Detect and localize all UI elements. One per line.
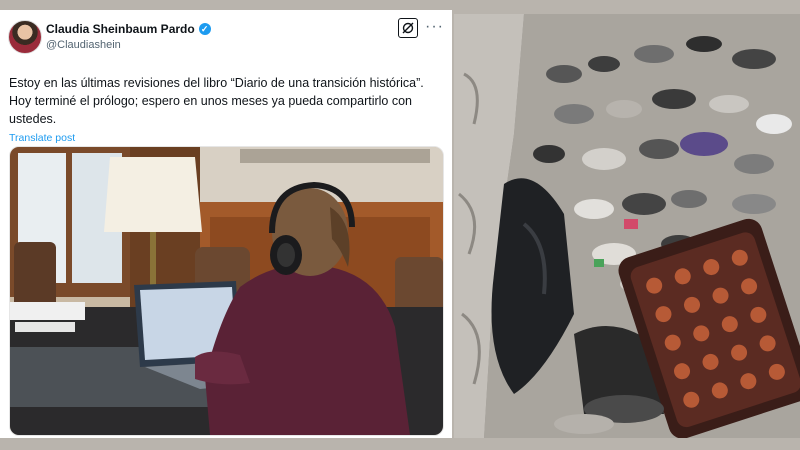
avatar[interactable] (8, 20, 42, 54)
user-handle[interactable]: @Claudiashein (46, 39, 121, 51)
display-name[interactable]: Claudia Sheinbaum Pardo (46, 22, 195, 36)
translate-post-link[interactable]: Translate post (9, 132, 75, 144)
more-options-icon[interactable]: ··· (425, 18, 444, 36)
name-row: Claudia Sheinbaum Pardo ✓ (46, 22, 211, 36)
shoes-photo[interactable] (454, 14, 800, 438)
office-photo (10, 147, 443, 435)
tweet-text: Estoy en las últimas revisiones del libr… (9, 76, 424, 126)
grok-icon[interactable] (398, 18, 418, 38)
pile-of-shoes-image (454, 14, 800, 438)
tweet-photo[interactable] (9, 146, 444, 436)
verified-badge-icon: ✓ (198, 23, 211, 35)
tweet-header: Claudia Sheinbaum Pardo ✓ @Claudiashein … (8, 18, 444, 60)
tweet-card: Claudia Sheinbaum Pardo ✓ @Claudiashein … (0, 10, 452, 438)
